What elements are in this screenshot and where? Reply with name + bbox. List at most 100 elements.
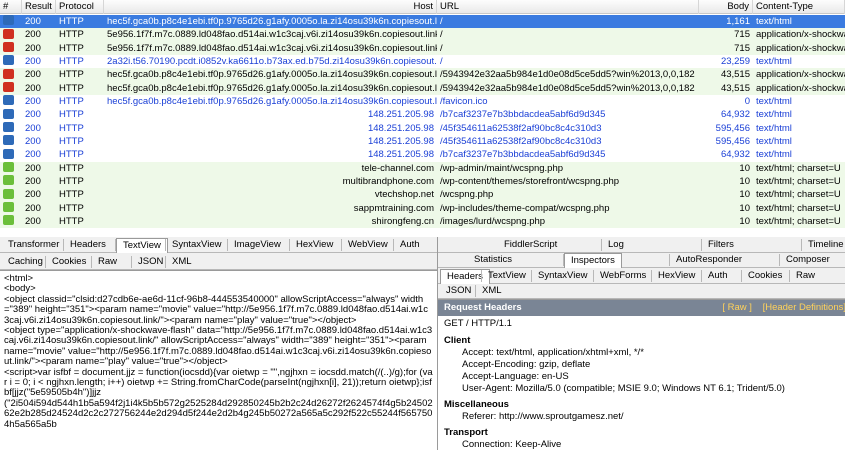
session-content-type: text/html — [756, 55, 792, 67]
header-entry[interactable]: Accept-Encoding: gzip, deflate — [438, 359, 845, 371]
arrow-icon — [3, 95, 14, 106]
tab-fiddlerscript[interactable]: FiddlerScript — [498, 238, 563, 253]
col-content-type[interactable]: Content-Type — [753, 0, 845, 14]
response-textview[interactable]: <html> <body> <object classid="clsid:d27… — [0, 270, 437, 450]
session-host: 148.251.205.98 — [367, 109, 434, 121]
main-tabs: Statistics Inspectors AutoResponder Compose… — [438, 252, 845, 268]
header-entry[interactable]: Accept: text/html, application/xhtml+xml… — [438, 347, 845, 359]
tab-auth[interactable]: Auth — [702, 269, 734, 284]
session-number — [0, 28, 22, 41]
col-result[interactable]: Result — [22, 0, 56, 14]
header-group-title: Client — [444, 335, 471, 346]
col-host[interactable]: Host — [104, 0, 437, 14]
tab-raw[interactable]: Raw — [790, 269, 821, 284]
session-row[interactable]: 200 HTTP sappmtraining.com/wp-includes/the… — [0, 201, 845, 215]
session-protocol: HTTP — [59, 95, 84, 107]
col-body[interactable]: Body — [699, 0, 753, 14]
session-grid[interactable]: # Result Protocol Host URL Body Content-… — [0, 0, 845, 237]
session-body: 595,456 — [715, 122, 750, 134]
tab-textview[interactable]: TextView — [116, 238, 168, 253]
header-definitions-link[interactable]: [Header Definitions] — [763, 302, 845, 313]
session-url: /5943942e32aa5b984e1d0e08d5ce5dd5?win%20… — [440, 69, 695, 81]
session-row[interactable]: 200 HTTP vtechshop.net/wcspng.php 10 text/ht… — [0, 188, 845, 202]
session-content-type: text/html — [756, 149, 792, 161]
tab-webforms[interactable]: WebForms — [594, 269, 652, 284]
session-row[interactable]: 200 HTTP tele-channel.com/wp-admin/maint/w… — [0, 161, 845, 175]
session-url: /45f354611a62538f2af90bc8c4c310d3 — [440, 122, 602, 134]
session-number — [0, 42, 22, 55]
tab-json[interactable]: JSON — [132, 255, 169, 270]
session-row[interactable]: 200 HTTP hec5f.gca0b.p8c4e1ebi.tf0p.9765d2… — [0, 68, 845, 82]
inspector-pane: FiddlerScript Log Filters Timeline Statisti… — [437, 237, 845, 450]
header-entry[interactable]: Accept-Language: en-US — [438, 371, 845, 383]
header-entry[interactable]: Connection: Keep-Alive — [438, 439, 845, 450]
session-row[interactable]: 200 HTTP hec5f.gca0b.p8c4e1ebi.tf0p.9765d2… — [0, 81, 845, 95]
tab-headers[interactable]: Headers — [64, 238, 112, 253]
tab-timeline[interactable]: Timeline — [802, 238, 845, 253]
tab-statistics[interactable]: Statistics — [468, 253, 518, 268]
tab-hexview[interactable]: HexView — [652, 269, 701, 284]
tab-hexview[interactable]: HexView — [290, 238, 339, 253]
session-host: 5e956.1f7f.m7c.0889.ld048fao.d514ai.w1c3… — [107, 29, 437, 41]
request-line: GET / HTTP/1.1 — [444, 318, 512, 329]
tab-cookies[interactable]: Cookies — [46, 255, 92, 270]
session-row[interactable]: 200 HTTP 148.251.205.98/45f354611a62538f2a… — [0, 135, 845, 148]
session-result: 200 — [25, 16, 41, 27]
tab-xml[interactable]: XML — [166, 255, 198, 270]
tab-transformer[interactable]: Transformer — [2, 238, 65, 253]
session-row[interactable]: 200 HTTP hec5f.gca0b.p8c4e1ebi.tf0p.9765d2… — [0, 15, 845, 29]
col-url[interactable]: URL — [437, 0, 699, 14]
header-entry[interactable]: User-Agent: Mozilla/5.0 (compatible; MSI… — [438, 383, 845, 395]
session-url: / — [440, 42, 443, 54]
session-host: 148.251.205.98 — [367, 122, 434, 134]
script-icon — [3, 202, 14, 213]
session-content-type: text/html; charset=U — [756, 175, 841, 187]
tab-auth[interactable]: Auth — [394, 238, 426, 253]
tab-syntaxview[interactable]: SyntaxView — [532, 269, 593, 284]
tab-imageview[interactable]: ImageView — [228, 238, 287, 253]
tab-log[interactable]: Log — [602, 238, 630, 253]
tab-composer[interactable]: Composer — [780, 253, 836, 268]
session-row[interactable]: 200 HTTP 148.251.205.98/b7caf3237e7b3bbdac… — [0, 108, 845, 121]
tab-webview[interactable]: WebView — [342, 238, 394, 253]
flash-icon — [3, 42, 14, 53]
raw-link[interactable]: [ Raw ] — [722, 302, 752, 313]
col-protocol[interactable]: Protocol — [56, 0, 104, 14]
session-result: 200 — [25, 175, 41, 187]
tab-filters[interactable]: Filters — [702, 238, 740, 253]
session-protocol: HTTP — [59, 16, 84, 27]
session-row[interactable]: 200 HTTP multibrandphone.com/wp-content/th… — [0, 174, 845, 189]
session-result: 200 — [25, 122, 41, 134]
tab-textview[interactable]: TextView — [482, 269, 532, 284]
header-groups: Client Accept: text/html, application/xht… — [438, 334, 845, 450]
session-row[interactable]: 200 HTTP hec5f.gca0b.p8c4e1ebi.tf0p.9765d2… — [0, 95, 845, 108]
session-url: /wcspng.php — [440, 189, 494, 201]
session-row[interactable]: 200 HTTP 5e956.1f7f.m7c.0889.ld048fao.d514… — [0, 28, 845, 42]
tab-cookies[interactable]: Cookies — [742, 269, 788, 284]
session-url: / — [440, 29, 443, 41]
tab-autoresponder[interactable]: AutoResponder — [670, 253, 748, 268]
session-protocol: HTTP — [59, 189, 84, 201]
session-result: 200 — [25, 42, 41, 54]
script-icon — [3, 215, 14, 226]
session-url: /favicon.ico — [440, 95, 488, 107]
session-row[interactable]: 200 HTTP shirongfeng.cn/images/lurd/wcspng… — [0, 214, 845, 229]
session-row[interactable]: 200 HTTP 2a32i.t56.70190.pcdt.i0852v.ka661… — [0, 55, 845, 68]
session-row[interactable]: 200 HTTP 148.251.205.98/b7caf3237e7b3bbdac… — [0, 148, 845, 161]
tab-xml[interactable]: XML — [476, 284, 508, 299]
response-tabs: Transformer Headers TextView SyntaxView Imag… — [0, 237, 437, 253]
header-entry[interactable]: Referer: http://www.sproutgamesz.net/ — [438, 411, 845, 423]
col-num[interactable]: # — [0, 0, 22, 14]
session-host: hec5f.gca0b.p8c4e1ebi.tf0p.9765d26.g1afy… — [107, 69, 437, 81]
session-row[interactable]: 200 HTTP 148.251.205.98/45f354611a62538f2a… — [0, 122, 845, 135]
tab-syntaxview[interactable]: SyntaxView — [166, 238, 227, 253]
tab-caching[interactable]: Caching — [2, 255, 49, 270]
session-protocol: HTTP — [59, 69, 84, 81]
session-row[interactable]: 200 HTTP 5e956.1f7f.m7c.0889.ld048fao.d514… — [0, 41, 845, 55]
session-url: /b7caf3237e7b3bbdacdea5abf6d9d345 — [440, 109, 606, 121]
tab-raw[interactable]: Raw — [92, 255, 123, 270]
tab-json[interactable]: JSON — [440, 284, 477, 299]
tab-inspectors[interactable]: Inspectors — [564, 253, 622, 268]
session-body: 64,932 — [720, 109, 750, 121]
session-body: 43,515 — [720, 82, 750, 94]
